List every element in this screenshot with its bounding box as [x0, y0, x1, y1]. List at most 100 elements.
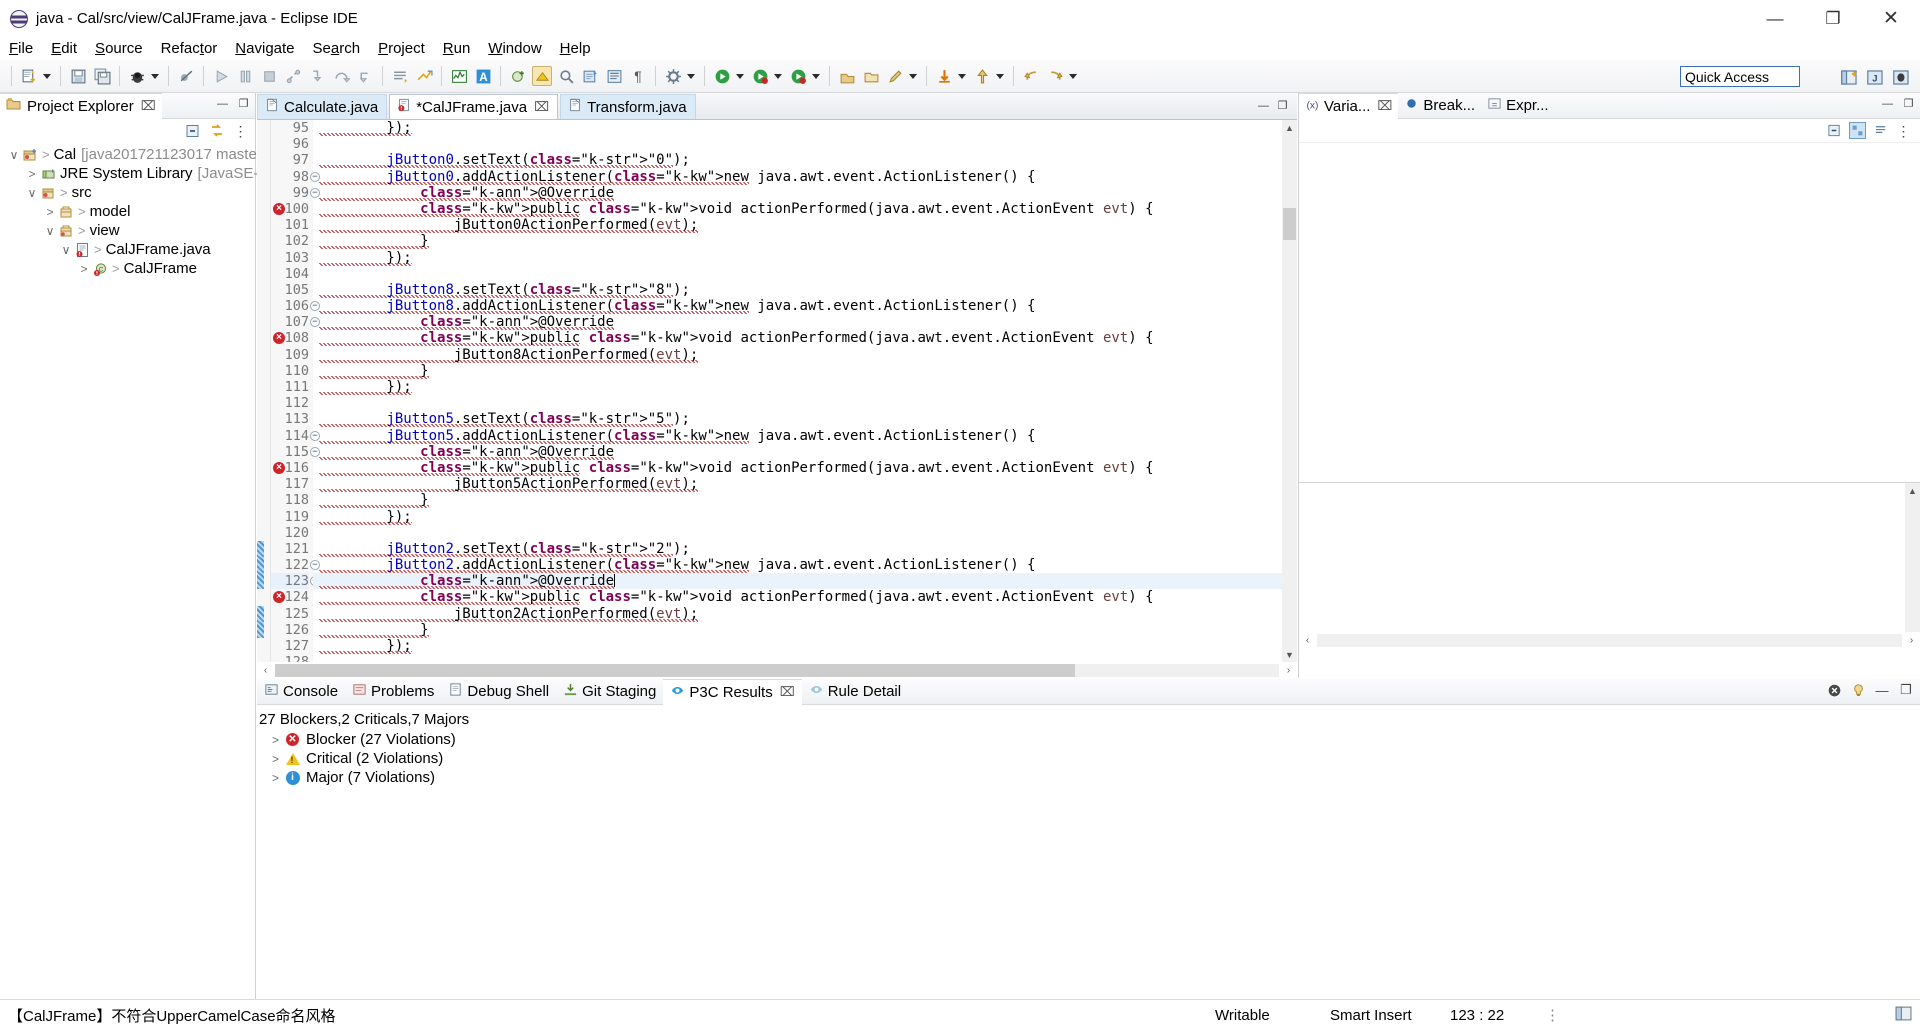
coverage-last-dropdown-arrow[interactable]: [810, 66, 821, 86]
code-line[interactable]: class="k-ann">@Override: [313, 184, 1282, 201]
gutter-line[interactable]: 104: [271, 266, 309, 282]
close-button[interactable]: ✕: [1862, 0, 1920, 37]
step-into-icon[interactable]: [307, 66, 327, 86]
detail-vertical-scrollbar[interactable]: ▲ ▼: [1905, 483, 1920, 648]
violation-group-critical[interactable]: > Critical (2 Violations): [257, 749, 1920, 768]
view-menu-icon[interactable]: ⋮: [1895, 122, 1912, 139]
code-line[interactable]: class="k-ann">@Override: [313, 314, 1282, 331]
gutter-line[interactable]: 110: [271, 363, 309, 379]
error-marker-icon[interactable]: ×: [273, 591, 285, 604]
run-last-dropdown-arrow[interactable]: [734, 66, 745, 86]
run-icon[interactable]: [211, 66, 231, 86]
menu-refactor[interactable]: Refactor: [152, 38, 227, 59]
tree-item-caljframe-class[interactable]: > C > CalJFrame: [0, 259, 255, 278]
close-icon[interactable]: ⌧: [141, 98, 156, 114]
code-line[interactable]: jButton8.setText(class="k-str">"8");: [313, 281, 1282, 298]
new-java-project-icon[interactable]: A: [473, 66, 493, 86]
scroll-up-icon[interactable]: ▲: [1282, 120, 1297, 135]
next-annotation-icon[interactable]: [390, 66, 410, 86]
tab-breakpoints[interactable]: Break...: [1398, 93, 1481, 119]
code-line[interactable]: });: [313, 249, 1282, 266]
code-line[interactable]: });: [313, 508, 1282, 525]
chevron-right-icon[interactable]: >: [76, 262, 92, 276]
code-line[interactable]: jButton5.addActionListener(class="k-kw">…: [313, 427, 1282, 444]
gutter-line[interactable]: 114−: [271, 428, 320, 444]
tree-item-view[interactable]: ∨ > view: [0, 221, 255, 240]
gutter-line[interactable]: 118: [271, 492, 309, 508]
save-all-icon[interactable]: [92, 66, 112, 86]
minimize-icon[interactable]: —: [215, 96, 230, 111]
coverage-last-icon[interactable]: [788, 66, 808, 86]
gutter-line[interactable]: 112: [271, 395, 309, 411]
code-line[interactable]: });: [313, 638, 1282, 654]
variables-menu-icon[interactable]: [1872, 122, 1889, 139]
tab-project-explorer[interactable]: Project Explorer ⌧: [0, 92, 162, 119]
code-line[interactable]: [313, 266, 1282, 282]
tree-item-model[interactable]: > > model: [0, 202, 255, 221]
step-return-icon[interactable]: [355, 66, 375, 86]
code-line[interactable]: }: [313, 233, 1282, 250]
pencil-dropdown-arrow[interactable]: [907, 66, 918, 86]
download-dropdown-arrow[interactable]: [956, 66, 967, 86]
gutter-line[interactable]: 120: [271, 525, 309, 541]
code-line[interactable]: [313, 136, 1282, 152]
menu-help[interactable]: Help: [551, 38, 600, 59]
minimize-icon[interactable]: —: [1874, 682, 1890, 698]
java-perspective-icon[interactable]: J: [1864, 66, 1886, 88]
tab-rule-detail[interactable]: Rule Detail: [802, 679, 908, 705]
editor-marker-ruler[interactable]: [257, 120, 271, 678]
tab-variables[interactable]: (x) Varia... ⌧: [1299, 92, 1399, 119]
code-line[interactable]: jButton2.addActionListener(class="k-kw">…: [313, 557, 1282, 574]
code-line[interactable]: }: [313, 362, 1282, 379]
external-tools-icon[interactable]: [663, 66, 683, 86]
new-wizard-icon[interactable]: [19, 66, 39, 86]
tree-item-cal[interactable]: ∨ > Cal [java201721123017 master]: [0, 145, 266, 164]
gutter-line[interactable]: 95: [271, 120, 309, 136]
gutter-line[interactable]: × 116: [271, 460, 309, 476]
gutter-line[interactable]: 96: [271, 136, 309, 152]
editor-minimize-icon[interactable]: —: [1256, 98, 1271, 113]
gutter-line[interactable]: 101: [271, 217, 309, 233]
violation-group-major[interactable]: > i Major (7 Violations): [257, 768, 1920, 787]
pause-icon[interactable]: [235, 66, 255, 86]
chevron-down-icon[interactable]: ∨: [58, 243, 74, 257]
maximize-button[interactable]: ❐: [1804, 0, 1862, 37]
back-icon[interactable]: [1021, 66, 1041, 86]
chevron-down-icon[interactable]: ∨: [24, 186, 40, 200]
run-last-tool-icon[interactable]: [712, 66, 732, 86]
detail-horizontal-scrollbar[interactable]: ‹ ›: [1299, 632, 1920, 648]
open-folder-icon[interactable]: [861, 66, 881, 86]
gutter-line[interactable]: 106−: [271, 298, 320, 314]
view-menu-icon[interactable]: ⋮: [232, 123, 249, 140]
maximize-icon[interactable]: ❐: [1901, 96, 1916, 111]
code-line[interactable]: class="k-ann">@Override: [313, 573, 1282, 590]
code-line[interactable]: jButton5ActionPerformed(evt);: [313, 476, 1282, 493]
pencil-icon[interactable]: [885, 66, 905, 86]
code-line[interactable]: jButton8.addActionListener(class="k-kw">…: [313, 298, 1282, 315]
commit-icon[interactable]: [972, 66, 992, 86]
gutter-line[interactable]: 107−: [271, 314, 320, 330]
chevron-right-icon[interactable]: >: [267, 752, 284, 766]
editor-vertical-scrollbar[interactable]: ▲ ▼: [1282, 120, 1297, 678]
new-package-icon[interactable]: [837, 66, 857, 86]
pilcrow-icon[interactable]: ¶: [628, 66, 648, 86]
close-icon[interactable]: ⌧: [534, 99, 549, 115]
debug-perspective-icon[interactable]: [1890, 66, 1912, 88]
code-line[interactable]: jButton5.setText(class="k-str">"5");: [313, 411, 1282, 428]
gutter-line[interactable]: 105: [271, 282, 309, 298]
menu-run[interactable]: Run: [434, 38, 480, 59]
external-tools-dropdown-arrow[interactable]: [685, 66, 696, 86]
chevron-right-icon[interactable]: >: [42, 205, 58, 219]
tab-problems[interactable]: Problems: [345, 679, 441, 705]
gutter-line[interactable]: 125: [257, 605, 309, 623]
tab-expressions[interactable]: = Expr...: [1481, 93, 1555, 119]
gutter-line[interactable]: × 124: [271, 589, 309, 605]
gutter-line[interactable]: 122−: [257, 557, 320, 574]
gutter-line[interactable]: 121: [257, 540, 309, 558]
open-task-icon[interactable]: [580, 66, 600, 86]
code-text-area[interactable]: }); jButton0.setText(class="k-str">"0");…: [313, 120, 1282, 678]
gutter-line[interactable]: 126: [257, 621, 309, 639]
debug-icon[interactable]: [127, 66, 147, 86]
gutter-line[interactable]: × 108: [271, 330, 309, 346]
error-marker-icon[interactable]: ×: [273, 461, 285, 474]
